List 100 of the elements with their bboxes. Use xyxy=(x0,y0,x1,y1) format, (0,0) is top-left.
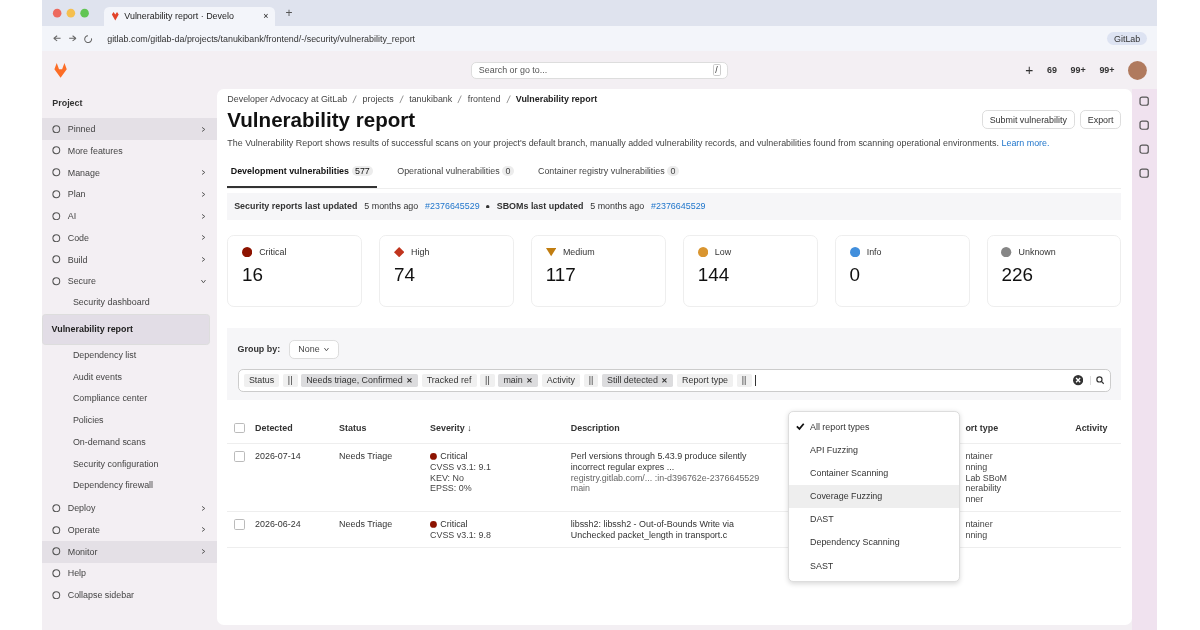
score-text: EPSS: 0% xyxy=(430,483,473,494)
slash-icon xyxy=(505,95,511,104)
search-field[interactable]: Search or go to... / xyxy=(471,61,729,79)
sidebar-item[interactable]: Build xyxy=(42,248,218,271)
square-icon[interactable] xyxy=(1139,144,1150,155)
browser-tab[interactable]: Vulnerability report · Develo × xyxy=(103,6,276,26)
sidebar-item[interactable]: Help xyxy=(42,562,218,585)
new-tab-button[interactable]: + xyxy=(285,5,293,20)
severity-text: Critical xyxy=(440,451,468,462)
group-by-dropdown[interactable]: None xyxy=(288,340,340,359)
action-button[interactable]: Submit vulnerability xyxy=(981,110,1075,130)
filter-token-value[interactable]: main xyxy=(498,373,539,388)
learn-more-link[interactable]: Learn more. xyxy=(1001,137,1050,148)
breadcrumb-link[interactable]: tanukibank xyxy=(409,94,453,105)
address-bar[interactable]: gitlab.com/gitlab-da/projects/tanukibank/frontend/-/security/vulnerability_report xyxy=(107,33,1097,44)
sidebar-subitem[interactable]: Security dashboard xyxy=(42,292,211,315)
column-header[interactable]: Activity xyxy=(1075,422,1108,433)
chevron-icon xyxy=(199,548,207,556)
dropdown-option[interactable]: All report types xyxy=(789,415,960,439)
fox-logo-icon[interactable] xyxy=(52,62,70,79)
column-header[interactable]: Status xyxy=(339,422,367,433)
filter-token-name: Activity xyxy=(541,373,581,388)
column-header[interactable]: ort type xyxy=(965,422,999,433)
pipeline-link[interactable]: #2376645529 xyxy=(425,201,480,212)
close-icon[interactable] xyxy=(406,377,413,384)
chevron-icon xyxy=(199,234,207,242)
column-header[interactable]: Detected xyxy=(255,422,293,433)
severity-label: High xyxy=(411,246,430,257)
sidebar-subitem[interactable]: Compliance center xyxy=(42,388,211,411)
pipeline-link[interactable]: #2376645529 xyxy=(651,201,706,212)
checkbox[interactable] xyxy=(234,451,245,462)
square-icon[interactable] xyxy=(1139,168,1150,179)
counter-button[interactable]: 99+ xyxy=(1099,65,1115,76)
score-text: CVSS v3.1: 9.1 xyxy=(430,461,492,473)
dropdown-option[interactable]: Container Scanning xyxy=(789,461,960,485)
column-header[interactable]: Severity ↓ xyxy=(430,422,472,433)
dropdown-option[interactable]: Dependency Scanning xyxy=(789,530,960,554)
circle-icon xyxy=(52,503,61,513)
close-icon[interactable] xyxy=(526,377,534,384)
breadcrumb-link[interactable]: Vulnerability report xyxy=(515,94,598,105)
severity-label: Low xyxy=(714,246,732,257)
sidebar-item[interactable]: Code xyxy=(42,226,218,249)
sidebar-item[interactable]: Operate xyxy=(42,518,218,541)
breadcrumb-link[interactable]: Developer Advocacy at GitLab xyxy=(227,94,348,105)
sidebar-item[interactable]: Monitor xyxy=(42,540,218,563)
sidebar-subitem[interactable]: On-demand scans xyxy=(42,431,211,454)
report-type-text: ntainer xyxy=(965,519,994,530)
sidebar-item[interactable]: AI xyxy=(42,205,218,227)
tab[interactable]: Development vulnerabilities 577 xyxy=(227,157,377,189)
dropdown-option[interactable]: API Fuzzing xyxy=(789,438,960,462)
checkbox[interactable] xyxy=(234,519,245,530)
intro-text: The Vulnerability Report shows results of successful scans on your project's default branch, manually added vulnerability records, and vulnerabilities found from scanning operational environments. Learn more. xyxy=(227,136,1051,149)
search-button[interactable] xyxy=(1090,376,1105,385)
sidebar-subitem[interactable]: Dependency firewall xyxy=(42,475,211,498)
sidebar-title: Project xyxy=(51,96,84,110)
dropdown-option[interactable]: SAST xyxy=(789,553,960,578)
sidebar-item[interactable]: More features xyxy=(42,139,218,162)
chevron-icon xyxy=(199,256,207,264)
sidebar-subitem[interactable]: Security configuration xyxy=(42,453,211,476)
tab[interactable]: Container registry vulnerabilities 0 xyxy=(534,157,683,189)
sidebar-subitem[interactable]: Audit events xyxy=(42,366,211,389)
square-icon[interactable] xyxy=(1139,96,1150,107)
sidebar-subitem[interactable]: Vulnerability report xyxy=(42,314,211,345)
avatar-icon[interactable] xyxy=(1128,60,1148,80)
page-title: Vulnerability report xyxy=(227,107,416,132)
counter-button[interactable]: 99+ xyxy=(1070,65,1086,76)
update-label: SBOMs last updated xyxy=(496,201,584,212)
severity-label: Medium xyxy=(562,246,595,257)
filter-token-value[interactable]: Still detected xyxy=(601,373,674,388)
filter-token-value[interactable]: Needs triage, Confirmed xyxy=(301,373,419,388)
severity-text: Critical xyxy=(440,519,468,530)
close-icon[interactable]: × xyxy=(263,11,269,22)
create-button[interactable]: + xyxy=(1025,62,1034,78)
chevron-icon xyxy=(199,125,207,133)
circle-icon xyxy=(52,255,61,264)
sidebar-item[interactable]: Manage xyxy=(42,161,218,184)
sidebar-subitem[interactable]: Dependency list xyxy=(42,344,211,367)
clear-icon[interactable] xyxy=(1073,375,1084,386)
breadcrumb-link[interactable]: projects xyxy=(362,94,394,105)
tab[interactable]: Operational vulnerabilities 0 xyxy=(393,157,518,189)
sidebar-subitem[interactable]: Policies xyxy=(42,410,211,432)
dropdown-option[interactable]: Coverage Fuzzing xyxy=(789,484,960,508)
close-icon[interactable] xyxy=(661,377,669,384)
sidebar-item[interactable]: Collapse sidebar xyxy=(42,584,218,607)
dropdown-option[interactable]: DAST xyxy=(789,507,960,531)
column-header[interactable]: Description xyxy=(570,422,620,433)
sidebar-item[interactable]: Secure xyxy=(42,270,218,293)
report-type-text: nning xyxy=(965,461,989,473)
counter-button[interactable]: 69 xyxy=(1046,65,1057,76)
profile-button[interactable]: GitLab xyxy=(1107,31,1148,46)
checkbox[interactable] xyxy=(234,422,245,434)
report-type-text: nning xyxy=(965,529,989,541)
filter-token-name: Tracked ref xyxy=(421,373,477,388)
sidebar-item[interactable]: Deploy xyxy=(42,497,218,519)
circle-icon xyxy=(52,146,61,155)
square-icon[interactable] xyxy=(1139,120,1150,131)
sidebar-item[interactable]: Pinned xyxy=(42,118,218,140)
action-button[interactable]: Export xyxy=(1079,110,1122,130)
sidebar-item[interactable]: Plan xyxy=(42,183,218,206)
breadcrumb-link[interactable]: frontend xyxy=(467,94,501,105)
